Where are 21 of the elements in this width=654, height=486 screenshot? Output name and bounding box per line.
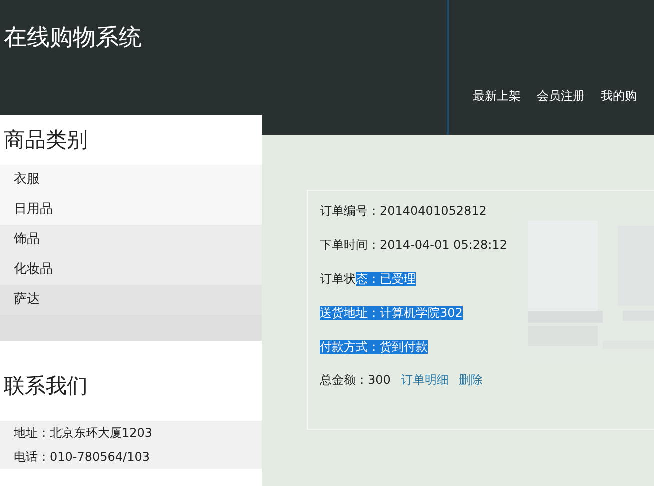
- nav-link[interactable]: 我的购: [601, 86, 637, 106]
- order-field: 下单时间：2014-04-01 05:28:12: [320, 235, 508, 255]
- order-link[interactable]: 订单明细: [400, 371, 449, 389]
- site-title: 在线购物系统: [4, 24, 143, 53]
- order-link[interactable]: 删除: [458, 371, 483, 389]
- category-item[interactable]: 化妆品: [0, 255, 262, 285]
- order-total: 总金额：300: [320, 372, 391, 389]
- category-item[interactable]: 萨达: [0, 285, 262, 315]
- section-title: 联系我们: [3, 373, 89, 400]
- order-field: 付款方式：货到付款: [320, 337, 428, 357]
- category-item[interactable]: 日用品: [0, 195, 262, 225]
- category-item[interactable]: 饰品: [0, 225, 262, 255]
- nav-link[interactable]: 会员注册: [537, 86, 585, 106]
- order-field: 订单状态：已受理: [320, 269, 416, 289]
- contact-text: 电话：010-780564/103: [0, 445, 262, 469]
- contact-text: 地址：北京东环大厦1203: [0, 421, 262, 445]
- category-item[interactable]: 衣服: [0, 165, 262, 195]
- order-field: 送货地址：计算机学院302: [320, 303, 463, 323]
- section-title: 商品类别: [3, 127, 89, 154]
- nav-link[interactable]: 最新上架: [473, 86, 521, 106]
- order-field: 订单编号：20140401052812: [320, 201, 487, 221]
